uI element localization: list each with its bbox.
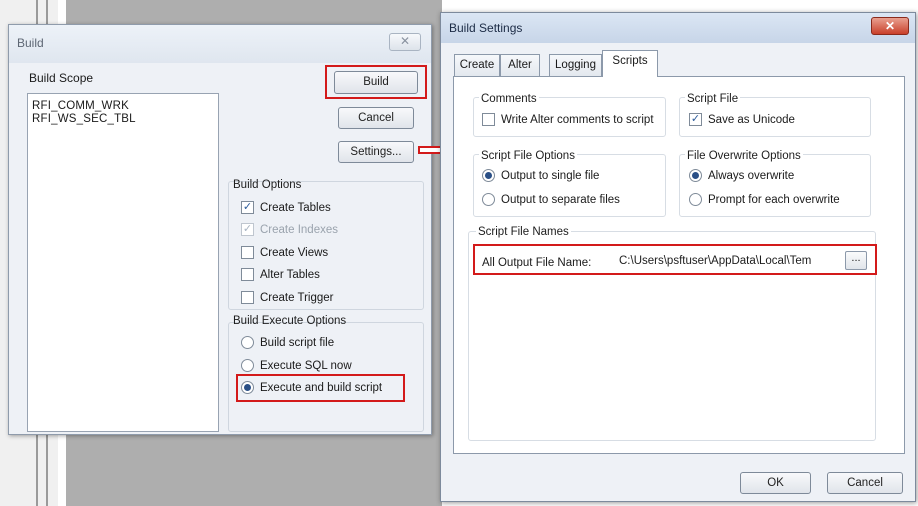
build-button-highlight	[325, 65, 427, 99]
save-as-unicode-label: Save as Unicode	[708, 113, 795, 126]
output-separate-files-radio[interactable]: Output to separate files	[482, 193, 620, 206]
output-single-file-label: Output to single file	[501, 169, 600, 182]
tab-logging[interactable]: Logging	[549, 54, 602, 76]
build-scope-list[interactable]: RFI_COMM_WRK RFI_WS_SEC_TBL	[27, 93, 219, 432]
radio-icon	[241, 336, 254, 349]
build-dialog-titlebar: Build ✕	[9, 25, 431, 63]
alter-tables-checkbox[interactable]: Alter Tables	[241, 268, 320, 281]
cancel-button[interactable]: Cancel	[338, 107, 414, 129]
build-dialog-title: Build	[17, 36, 44, 50]
radio-selected-icon	[482, 169, 495, 182]
close-icon: ✕	[884, 19, 896, 33]
build-options-title: Build Options	[233, 179, 302, 191]
prompt-each-overwrite-label: Prompt for each overwrite	[708, 193, 840, 206]
comments-title: Comments	[479, 93, 539, 105]
create-tables-label: Create Tables	[260, 201, 331, 214]
tab-scripts[interactable]: Scripts	[602, 50, 658, 77]
radio-selected-icon	[689, 169, 702, 182]
close-icon: ✕	[399, 34, 411, 48]
always-overwrite-radio[interactable]: Always overwrite	[689, 169, 794, 182]
script-file-names-title: Script File Names	[476, 226, 571, 238]
create-views-checkbox[interactable]: Create Views	[241, 246, 328, 259]
create-trigger-checkbox[interactable]: Create Trigger	[241, 291, 334, 304]
file-overwrite-options-group	[679, 154, 871, 217]
output-file-highlight	[473, 244, 877, 275]
build-dialog: Build ✕ Build Scope RFI_COMM_WRK RFI_WS_…	[8, 24, 432, 435]
cancel-button[interactable]: Cancel	[827, 472, 903, 494]
script-file-title: Script File	[685, 93, 741, 105]
ok-button[interactable]: OK	[740, 472, 811, 494]
radio-icon	[689, 193, 702, 206]
build-dialog-close-button[interactable]: ✕	[389, 33, 421, 51]
prompt-each-overwrite-radio[interactable]: Prompt for each overwrite	[689, 193, 840, 206]
create-indexes-label: Create Indexes	[260, 223, 338, 236]
create-views-label: Create Views	[260, 246, 329, 259]
checkbox-icon: ✓	[241, 223, 254, 236]
execute-option-highlight	[236, 374, 405, 402]
checkbox-icon: ✓	[689, 113, 702, 126]
create-trigger-label: Create Trigger	[260, 291, 334, 304]
checkbox-icon	[482, 113, 495, 126]
radio-icon	[241, 359, 254, 372]
build-script-file-label: Build script file	[260, 336, 335, 349]
build-settings-close-button[interactable]: ✕	[871, 17, 909, 35]
build-settings-titlebar: Build Settings ✕	[441, 13, 915, 43]
always-overwrite-label: Always overwrite	[708, 169, 795, 182]
tab-alter[interactable]: Alter	[500, 54, 540, 76]
tab-create[interactable]: Create	[454, 54, 500, 76]
create-indexes-checkbox: ✓ Create Indexes	[241, 223, 338, 236]
settings-button[interactable]: Settings...	[338, 141, 414, 163]
output-single-file-radio[interactable]: Output to single file	[482, 169, 599, 182]
checkbox-icon	[241, 291, 254, 304]
checkbox-icon: ✓	[241, 201, 254, 214]
script-file-options-group	[473, 154, 666, 217]
execute-sql-now-label: Execute SQL now	[260, 359, 352, 372]
output-separate-files-label: Output to separate files	[501, 193, 620, 206]
write-alter-comments-label: Write Alter comments to script	[501, 113, 654, 126]
script-file-options-title: Script File Options	[479, 150, 577, 162]
build-scope-label: Build Scope	[29, 71, 94, 85]
list-item[interactable]: RFI_WS_SEC_TBL	[32, 113, 136, 125]
create-tables-checkbox[interactable]: ✓ Create Tables	[241, 201, 331, 214]
execute-sql-now-radio[interactable]: Execute SQL now	[241, 359, 352, 372]
file-overwrite-options-title: File Overwrite Options	[685, 150, 803, 162]
write-alter-comments-checkbox[interactable]: Write Alter comments to script	[482, 113, 654, 126]
list-item[interactable]: RFI_COMM_WRK	[32, 100, 129, 112]
checkbox-icon	[241, 268, 254, 281]
save-as-unicode-checkbox[interactable]: ✓ Save as Unicode	[689, 113, 795, 126]
checkbox-icon	[241, 246, 254, 259]
radio-icon	[482, 193, 495, 206]
build-execute-options-title: Build Execute Options	[233, 315, 347, 327]
alter-tables-label: Alter Tables	[260, 268, 320, 281]
build-script-file-radio[interactable]: Build script file	[241, 336, 334, 349]
build-settings-title: Build Settings	[449, 21, 523, 35]
